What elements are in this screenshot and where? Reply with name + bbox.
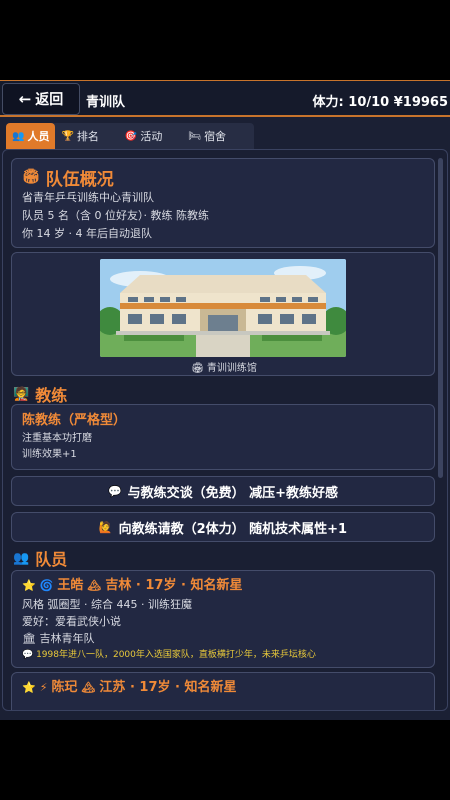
tab-label: 人员 — [27, 130, 50, 143]
player-hobby: 爱好：爱看武侠小说 — [22, 615, 121, 628]
star-icon: ⭐ — [22, 579, 36, 592]
tab-ranking[interactable]: 🏆 排名 — [55, 123, 104, 149]
people-icon: 👥 — [13, 550, 30, 566]
player-age-info: 你 14 岁 · 4 年后自动退队 — [22, 227, 152, 240]
scrollbar[interactable] — [438, 158, 443, 478]
coach-description: 注重基本功打磨 — [22, 433, 92, 444]
stadium-icon: 🏟 — [22, 169, 40, 185]
lightning-icon: ⚡ — [39, 681, 48, 694]
ask-coach-button[interactable]: 🙋 向教练请教（2体力） 随机技术属性+1 — [11, 512, 435, 542]
overview-heading: 🏟 队伍概况 — [22, 165, 424, 190]
training-hall-image — [100, 259, 346, 357]
speech-bubble-icon: 💬 — [107, 484, 122, 498]
back-button[interactable]: ← 返回 — [2, 83, 80, 115]
player-header: ⭐ ⚡ 陈玘 🏔 江苏 · 17岁 · 知名新星 — [22, 678, 424, 698]
player-team: 🏛 吉林青年队 — [22, 632, 95, 645]
player-header: ⭐ 🌀 王皓 🏔 吉林 · 17岁 · 知名新星 — [22, 576, 424, 596]
coach-section-title: 教练 — [35, 386, 68, 405]
tab-dorm[interactable]: 🛏 宿舍 — [182, 123, 232, 149]
raised-hand-icon: 🙋 — [98, 520, 113, 534]
arrow-left-icon: ← — [18, 90, 32, 108]
players-section-heading: 👥 队员 — [13, 546, 67, 570]
tab-label: 活动 — [140, 130, 163, 143]
content-panel: 🏟 队伍概况 省青年乒乓训练中心青训队 队员 5 名（含 0 位好友）· 教练 … — [2, 149, 448, 711]
coach-effect: 训练效果+1 — [22, 449, 77, 460]
player-info: 吉林 · 17岁 · 知名新星 — [105, 578, 243, 593]
tab-bar: 👥 人员 🏆 排名 🎯 活动 🛏 宿舍 — [6, 123, 254, 149]
target-icon: 🎯 — [124, 130, 138, 142]
player-name: 陈玘 — [51, 680, 78, 695]
mountain-icon: 🏔 — [87, 579, 102, 592]
ask-button-label: 向教练请教（2体力） 随机技术属性+1 — [118, 521, 348, 537]
top-bar: ← 返回 青训队 体力: 10/10 ¥19965 — [0, 81, 450, 117]
players-section-title: 队员 — [35, 550, 68, 569]
teacher-icon: 🧑‍🏫 — [13, 386, 30, 402]
overview-title: 队伍概况 — [45, 169, 114, 190]
app-screen: ← 返回 青训队 体力: 10/10 ¥19965 👥 人员 🏆 排名 🎯 活动… — [0, 80, 450, 720]
tab-members[interactable]: 👥 人员 — [6, 123, 56, 149]
player-quote: 💬 1998年进八一队，2000年入选国家队，直板横打少年，未来乒坛核心 — [22, 650, 316, 660]
mountain-icon: 🏔 — [81, 681, 96, 694]
talk-to-coach-button[interactable]: 💬 与教练交谈（免费） 减压+教练好感 — [11, 476, 435, 506]
spiral-icon: 🌀 — [39, 579, 54, 592]
coach-card: 陈教练（严格型） 注重基本功打磨 训练效果+1 — [11, 404, 435, 470]
people-icon: 👥 — [12, 130, 25, 142]
player-info: 江苏 · 17岁 · 知名新星 — [99, 680, 237, 695]
talk-button-label: 与教练交谈（免费） 减压+教练好感 — [127, 485, 339, 501]
player-card[interactable]: ⭐ ⚡ 陈玘 🏔 江苏 · 17岁 · 知名新星 — [11, 672, 435, 710]
facility-caption: 🏟 青训训练馆 — [191, 363, 257, 374]
tab-activities[interactable]: 🎯 活动 — [119, 123, 168, 149]
stamina-money-readout: 体力: 10/10 ¥19965 — [312, 95, 448, 110]
coach-section-heading: 🧑‍🏫 教练 — [13, 382, 67, 406]
star-icon: ⭐ — [22, 681, 36, 694]
bed-icon: 🛏 — [188, 130, 202, 142]
team-members-info: 队员 5 名（含 0 位好友）· 教练 陈教练 — [22, 209, 209, 222]
trophy-icon: 🏆 — [61, 130, 74, 142]
player-style: 风格 弧圈型 · 综合 445 · 训练狂魔 — [22, 598, 192, 611]
player-name: 王皓 — [57, 578, 84, 593]
coach-name: 陈教练（严格型） — [22, 413, 127, 428]
back-label: 返回 — [35, 92, 64, 108]
tab-label: 宿舍 — [204, 130, 227, 143]
team-name: 省青年乒乓训练中心青训队 — [22, 191, 154, 204]
team-overview-card: 🏟 队伍概况 省青年乒乓训练中心青训队 队员 5 名（含 0 位好友）· 教练 … — [11, 158, 435, 248]
tab-label: 排名 — [76, 130, 99, 143]
player-card[interactable]: ⭐ 🌀 王皓 🏔 吉林 · 17岁 · 知名新星 风格 弧圈型 · 综合 445… — [11, 570, 435, 668]
page-title: 青训队 — [86, 95, 126, 110]
facility-card: 🏟 青训训练馆 — [11, 252, 435, 376]
